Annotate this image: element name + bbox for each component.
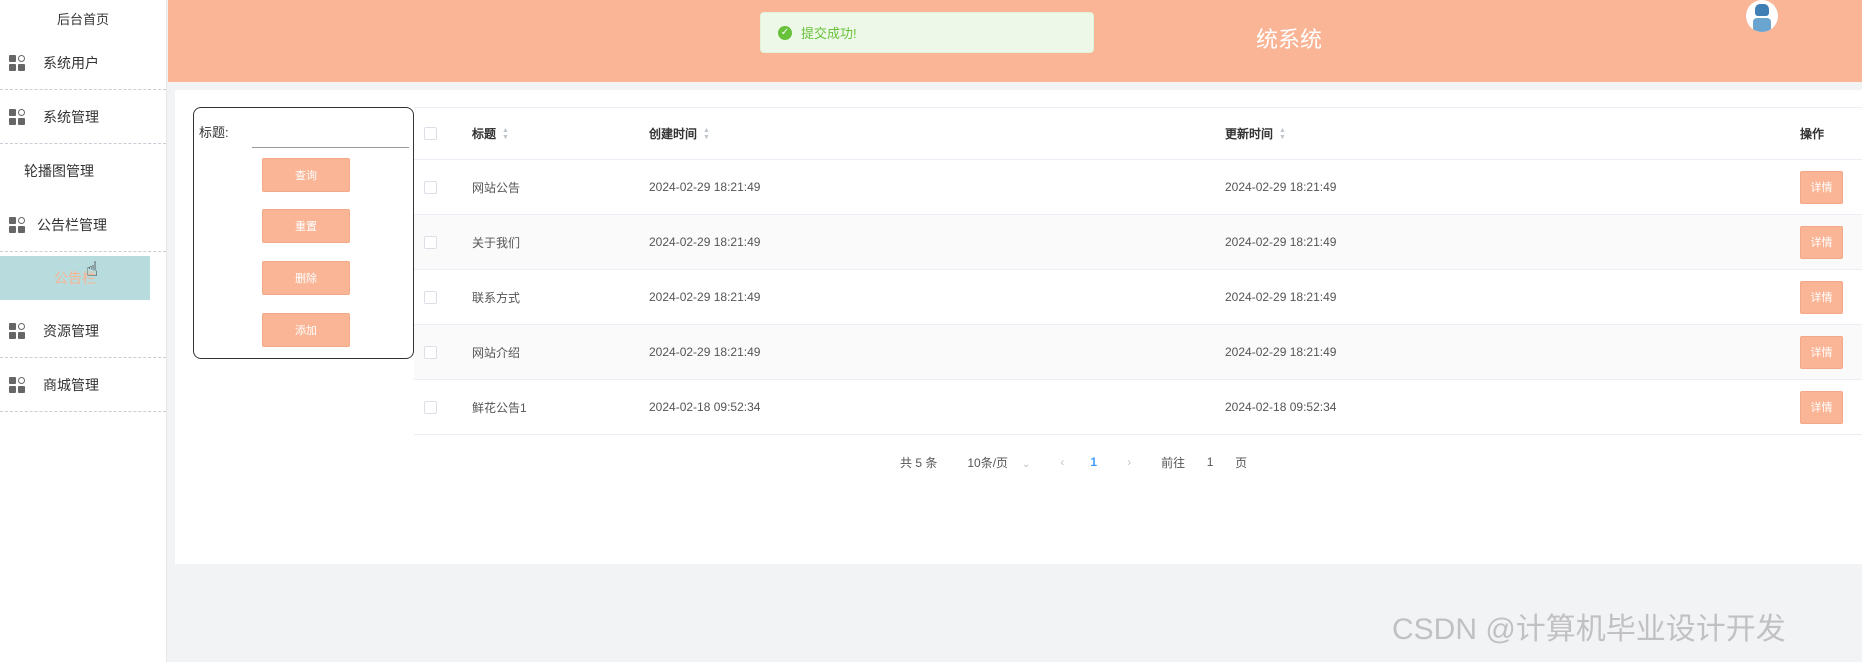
query-button[interactable]: 查询 (262, 158, 350, 192)
sidebar-item-mall[interactable]: 商城管理 (0, 358, 166, 412)
table-row: 网站公告 2024-02-29 18:21:49 2024-02-29 18:2… (414, 160, 1862, 215)
detail-button[interactable]: 详情 (1800, 225, 1843, 259)
sidebar-item-label: 公告栏管理 (37, 216, 107, 233)
sidebar-item-carousel[interactable]: 轮播图管理 (0, 144, 166, 198)
sidebar-item-label: 商城管理 (43, 376, 99, 393)
cell-created: 2024-02-18 09:52:34 (649, 400, 761, 414)
goto-label: 前往 (1161, 455, 1186, 470)
sidebar-item-label: 系统用户 (43, 54, 99, 71)
select-all-checkbox[interactable] (424, 127, 437, 140)
cell-updated: 2024-02-29 18:21:49 (1225, 235, 1337, 249)
sidebar-item-label: 轮播图管理 (24, 163, 94, 179)
pagination-total: 共 5 条 (900, 455, 938, 470)
cell-updated: 2024-02-18 09:52:34 (1225, 400, 1337, 414)
reset-button[interactable]: 重置 (262, 209, 350, 243)
sidebar-item-notice-admin[interactable]: 公告栏管理 (0, 198, 166, 252)
cell-title: 网站介绍 (472, 345, 521, 360)
sidebar-item-system[interactable]: 系统管理 (0, 90, 166, 144)
cell-created: 2024-02-29 18:21:49 (649, 345, 761, 359)
page-title: 统系统 (1256, 27, 1323, 52)
sidebar-item-resources[interactable]: 资源管理 (0, 304, 166, 358)
row-checkbox[interactable] (424, 235, 437, 249)
sidebar-item-label: 系统管理 (43, 108, 99, 125)
row-checkbox[interactable] (424, 345, 437, 359)
sort-icon[interactable]: ▲ ▼ (502, 127, 509, 141)
sidebar-item-label: 资源管理 (43, 322, 99, 339)
table-header-row: 标题 ▲ ▼ 创建时间 ▲ ▼ 更新时间 ▲ ▼ 操作 (414, 108, 1862, 160)
sidebar-item-home[interactable]: 后台首页 (0, 0, 166, 36)
next-page-button[interactable]: › (1127, 455, 1131, 469)
check-circle-icon: ✓ (778, 25, 792, 40)
row-checkbox[interactable] (424, 180, 437, 194)
column-header-op: 操作 (1800, 127, 1825, 141)
toast-message: 提交成功! (801, 26, 857, 41)
cell-updated: 2024-02-29 18:21:49 (1225, 290, 1337, 304)
success-toast: ✓ 提交成功! (760, 12, 1094, 53)
page-suffix-label: 页 (1235, 455, 1248, 470)
cell-created: 2024-02-29 18:21:49 (649, 290, 761, 304)
menu-grid-icon (9, 108, 25, 125)
goto-page-input[interactable]: 1 (1195, 455, 1225, 469)
column-header-created[interactable]: 创建时间 ▲ ▼ (649, 108, 710, 159)
detail-button[interactable]: 详情 (1800, 280, 1843, 314)
detail-button[interactable]: 详情 (1800, 170, 1843, 204)
page-size-value: 10条/页 (967, 455, 1009, 470)
pagination: 共 5 条 10条/页 ⌄ ‹ 1 › 前往 1 页 (900, 452, 1247, 472)
title-search-input[interactable] (252, 110, 409, 148)
row-checkbox[interactable] (424, 290, 437, 304)
menu-grid-icon (9, 376, 25, 393)
prev-page-button[interactable]: ‹ (1060, 455, 1064, 469)
page-number-current[interactable]: 1 (1090, 455, 1097, 469)
table-row: 关于我们 2024-02-29 18:21:49 2024-02-29 18:2… (414, 215, 1862, 270)
sort-icon[interactable]: ▲ ▼ (1279, 127, 1286, 141)
cell-title: 关于我们 (472, 235, 521, 250)
cell-updated: 2024-02-29 18:21:49 (1225, 345, 1337, 359)
sidebar-home-label: 后台首页 (56, 11, 109, 27)
cell-created: 2024-02-29 18:21:49 (649, 235, 761, 249)
column-header-updated[interactable]: 更新时间 ▲ ▼ (1225, 108, 1286, 159)
detail-button[interactable]: 详情 (1800, 335, 1843, 369)
detail-button[interactable]: 详情 (1800, 390, 1843, 424)
cell-created: 2024-02-29 18:21:49 (649, 180, 761, 194)
column-header-label: 更新时间 (1225, 127, 1274, 141)
sidebar-item-users[interactable]: 系统用户 (0, 36, 166, 90)
sidebar-subitem-notice[interactable]: 公告栏 (0, 256, 150, 300)
sidebar: 后台首页 系统用户 系统管理 轮播图管理 公告栏管理 公告栏 资源管理 商城管理 (0, 0, 167, 662)
title-filter-label: 标题: (199, 125, 229, 140)
chevron-down-icon: ⌄ (1022, 458, 1031, 470)
watermark-text: CSDN @计算机毕业设计开发 (1392, 613, 1786, 646)
cell-title: 鲜花公告1 (472, 400, 527, 415)
menu-grid-icon (9, 216, 25, 233)
menu-grid-icon (9, 322, 25, 339)
sort-icon[interactable]: ▲ ▼ (703, 127, 710, 141)
filter-panel: 标题: 查询 重置 删除 添加 (193, 107, 414, 359)
cell-updated: 2024-02-29 18:21:49 (1225, 180, 1337, 194)
notice-table: 标题 ▲ ▼ 创建时间 ▲ ▼ 更新时间 ▲ ▼ 操作 网站公告 2024-02-29 18… (414, 107, 1862, 435)
cell-title: 联系方式 (472, 290, 521, 305)
column-header-label: 标题 (472, 127, 497, 141)
row-checkbox[interactable] (424, 400, 437, 414)
page-size-select[interactable]: 10条/页 ⌄ (967, 454, 1030, 471)
avatar[interactable] (1746, 0, 1778, 32)
cell-title: 网站公告 (472, 180, 521, 195)
delete-button[interactable]: 删除 (262, 261, 350, 295)
column-header-label: 创建时间 (649, 127, 698, 141)
table-row: 联系方式 2024-02-29 18:21:49 2024-02-29 18:2… (414, 270, 1862, 325)
hand-cursor-icon: ☝ (86, 259, 99, 281)
add-button[interactable]: 添加 (262, 313, 350, 347)
menu-grid-icon (9, 54, 25, 71)
column-header-title[interactable]: 标题 ▲ ▼ (472, 108, 509, 159)
table-row: 网站介绍 2024-02-29 18:21:49 2024-02-29 18:2… (414, 325, 1862, 380)
table-row: 鲜花公告1 2024-02-18 09:52:34 2024-02-18 09:… (414, 380, 1862, 435)
